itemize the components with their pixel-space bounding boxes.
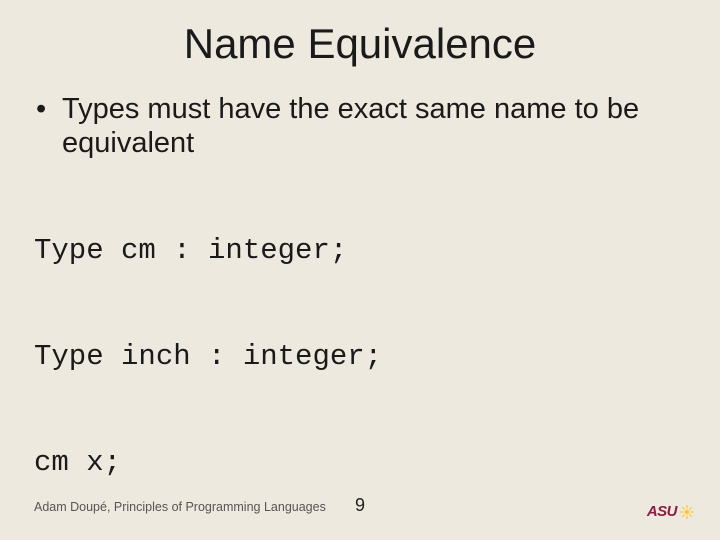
sunburst-icon [680,505,694,519]
asu-logo-text: ASU [647,503,677,520]
slide-body: • Types must have the exact same name to… [0,68,720,540]
slide-title: Name Equivalence [0,0,720,68]
code-line: Type inch : integer; [34,339,686,374]
bullet-item: • Types must have the exact same name to… [34,92,686,160]
bullet-text: Types must have the exact same name to b… [62,92,686,160]
code-line: Type cm : integer; [34,233,686,268]
code-line: cm x; [34,445,686,480]
slide: Name Equivalence • Types must have the e… [0,0,720,540]
code-block: Type cm : integer; Type inch : integer; … [34,162,686,540]
page-number: 9 [0,495,720,516]
bullet-marker: • [34,92,62,126]
asu-logo: ASU [647,503,694,520]
